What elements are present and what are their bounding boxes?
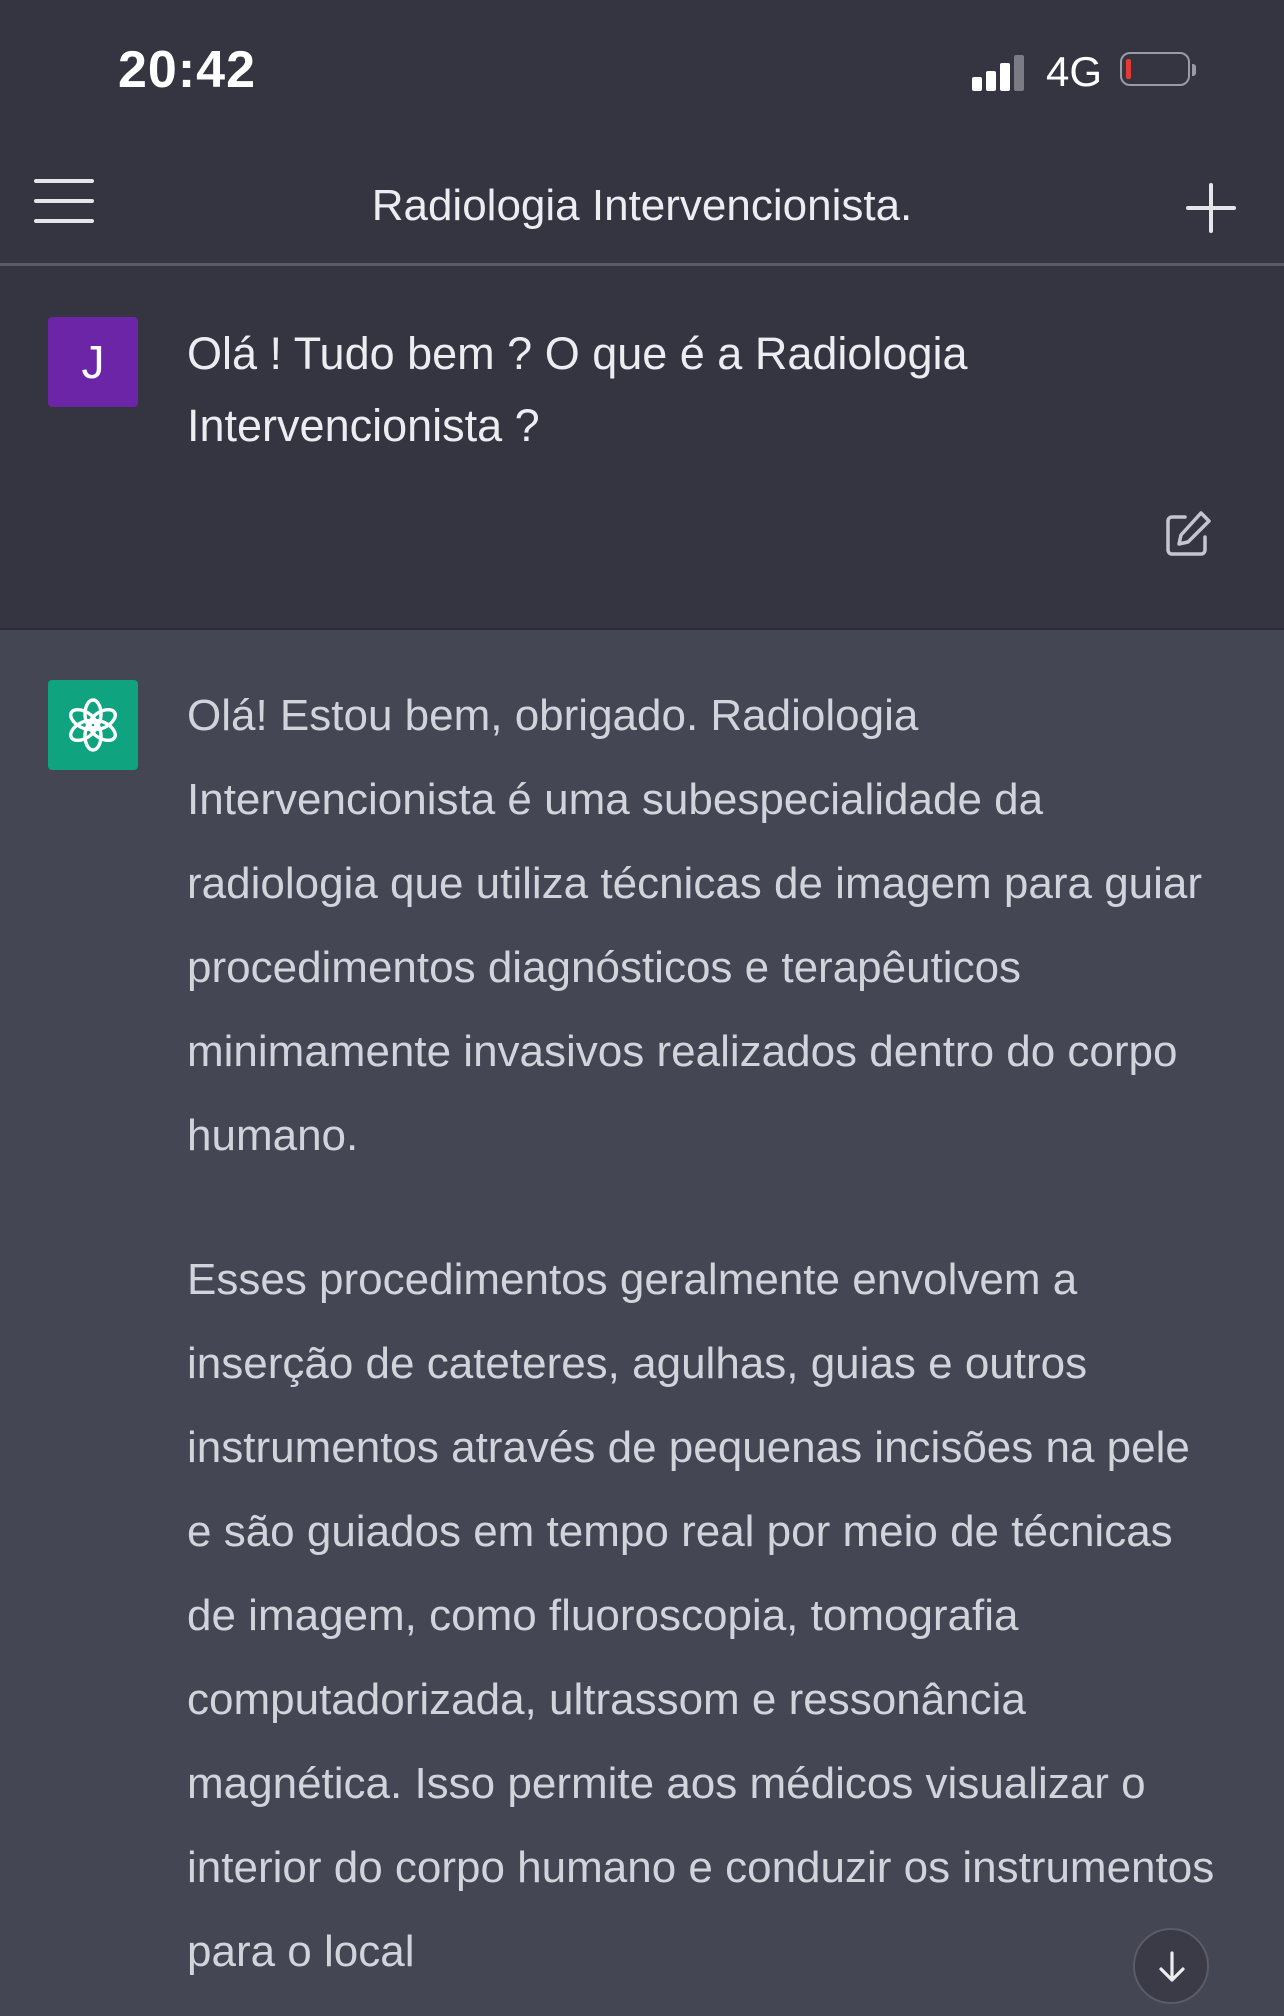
user-avatar: J <box>48 317 138 407</box>
conversation-title: Radiologia Intervencionista. <box>371 181 913 230</box>
status-bar: 20:42 4G <box>0 0 1284 135</box>
new-chat-plus-icon[interactable] <box>1186 183 1236 233</box>
nav-bar: Radiologia Intervencionista. <box>0 135 1284 266</box>
battery-low-icon <box>1120 52 1196 90</box>
edit-icon[interactable] <box>1163 509 1213 559</box>
cellular-signal-icon <box>972 55 1032 91</box>
chat-screen: 20:42 4G Radiologia Intervencionista. J … <box>0 0 1284 2016</box>
user-message: J Olá ! Tudo bem ? O que é a Radiologia … <box>0 266 1284 630</box>
status-time: 20:42 <box>118 41 256 99</box>
arrow-down-icon <box>1159 1951 1185 1982</box>
assistant-message: Olá! Estou bem, obrigado. Radiologia Int… <box>0 630 1284 2016</box>
scroll-to-bottom-button[interactable] <box>1133 1928 1209 2004</box>
user-message-text: Olá ! Tudo bem ? O que é a Radiologia In… <box>187 328 968 451</box>
hamburger-menu-icon[interactable] <box>34 179 96 223</box>
assistant-paragraph-2: Esses procedimentos geralmente envolvem … <box>187 1255 1215 1976</box>
assistant-paragraph-1: Olá! Estou bem, obrigado. Radiologia Int… <box>187 691 1203 1160</box>
assistant-message-text: Olá! Estou bem, obrigado. Radiologia Int… <box>187 674 1217 2016</box>
openai-logo-icon <box>48 680 138 770</box>
network-type: 4G <box>1046 48 1103 95</box>
